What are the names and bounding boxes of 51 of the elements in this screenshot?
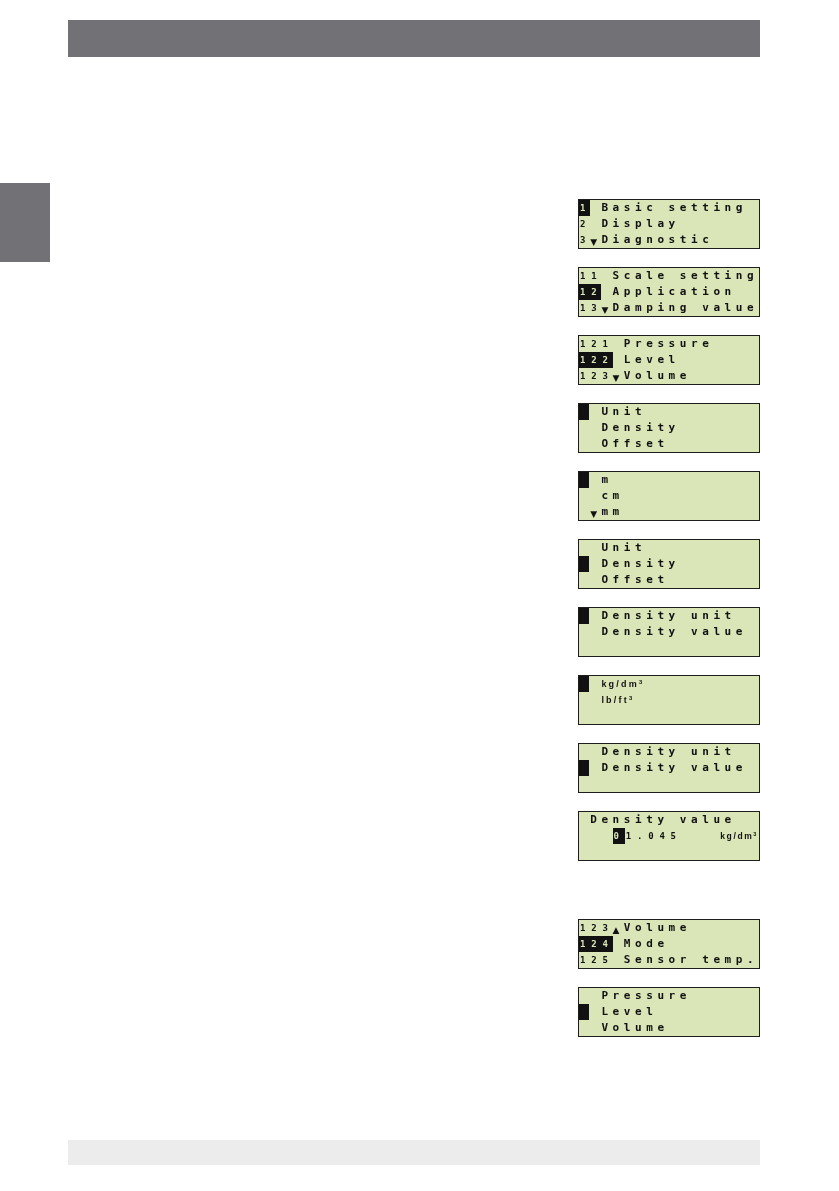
- menu-item-label: lb/ft$^{3}$: [601, 694, 635, 707]
- menu-item-label: Scale setting: [612, 268, 759, 284]
- menu-item-label: m: [601, 472, 613, 488]
- menu-number: 123: [579, 922, 613, 933]
- scroll-indicator: ▼: [590, 237, 598, 247]
- value-text: 1.045: [624, 830, 682, 843]
- menu-item-label: Volume: [623, 920, 691, 936]
- menu-number: 12: [579, 284, 602, 300]
- menu-number: 2: [579, 218, 591, 231]
- menu-item-label: Volume: [601, 1020, 669, 1036]
- menu-item-label: Pressure: [601, 988, 691, 1004]
- menu-item-label: Display: [601, 216, 680, 232]
- menu-number: 122: [579, 352, 613, 368]
- menu-item-label: Density value: [601, 624, 747, 640]
- menu-number: 124: [579, 936, 613, 952]
- menu-item-label: Offset: [601, 436, 669, 452]
- menu-number: 123: [579, 370, 613, 381]
- menu-item-label: Level: [623, 352, 680, 368]
- menu-item-label: Level: [601, 1004, 658, 1020]
- menu-item-label: Density value: [601, 760, 747, 776]
- menu-item-label: Unit: [601, 404, 647, 420]
- menu-number: 3: [579, 234, 591, 245]
- menu-number: 11: [579, 270, 602, 283]
- menu-item-label: Offset: [601, 572, 669, 588]
- scroll-indicator: ▼: [612, 373, 620, 383]
- menu-item-label: Mode: [623, 936, 669, 952]
- menu-item-label: Volume: [623, 368, 691, 384]
- menu-item-label: Basic setting: [601, 200, 747, 216]
- scroll-indicator: ▼: [601, 305, 609, 315]
- menu-item-label: mm: [601, 504, 624, 520]
- menu-item-label: Diagnostic: [601, 232, 714, 248]
- value-text: 0: [612, 828, 625, 844]
- menu-number: 125: [579, 954, 613, 967]
- menu-item-label: Application: [612, 284, 736, 300]
- menu-item-label: Pressure: [623, 336, 714, 352]
- menu-item-label: Sensor temp.: [623, 952, 759, 968]
- menu-item-label: Density: [601, 420, 680, 436]
- scroll-indicator: ▼: [590, 509, 598, 519]
- menu-item-label: Density unit: [601, 744, 736, 760]
- scroll-indicator: ▲: [612, 925, 620, 935]
- menu-item-label: Damping value: [612, 300, 759, 316]
- unit-label: kg/dm$^{3}$: [720, 830, 759, 843]
- menu-item-label: Density: [601, 556, 680, 572]
- menu-item-label: Unit: [601, 540, 647, 556]
- menu-number: 1: [579, 200, 591, 216]
- setting-title: Density value: [590, 812, 736, 828]
- menu-item-label: kg/dm$^{3}$: [601, 678, 645, 691]
- menu-number: 121: [579, 338, 613, 351]
- menu-item-label: cm: [601, 488, 624, 504]
- menu-item-label: Density unit: [601, 608, 736, 624]
- menu-number: 13: [579, 302, 602, 313]
